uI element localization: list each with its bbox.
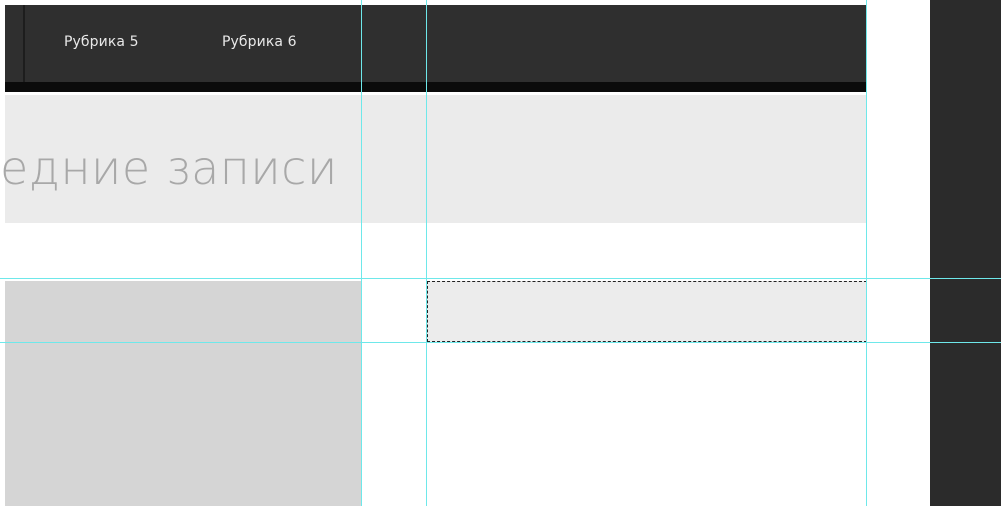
marquee-selection[interactable] (427, 281, 867, 342)
vertical-guide[interactable] (426, 0, 427, 506)
horizontal-guide[interactable] (0, 342, 1001, 343)
design-canvas: Рубрика 5 Рубрика 6 едние записи (0, 0, 1001, 506)
vertical-guide[interactable] (866, 0, 867, 506)
vertical-guide[interactable] (361, 0, 362, 506)
nav-item-rubric-5[interactable]: Рубрика 5 (64, 34, 139, 50)
nav-divider (23, 5, 25, 82)
section-title: едние записи (0, 141, 338, 195)
navbar-bottom-border (5, 82, 866, 92)
pasteboard-dark-area (930, 0, 1001, 506)
horizontal-guide[interactable] (0, 278, 1001, 279)
post-thumbnail-placeholder (5, 281, 361, 506)
nav-item-rubric-6[interactable]: Рубрика 6 (222, 34, 297, 50)
